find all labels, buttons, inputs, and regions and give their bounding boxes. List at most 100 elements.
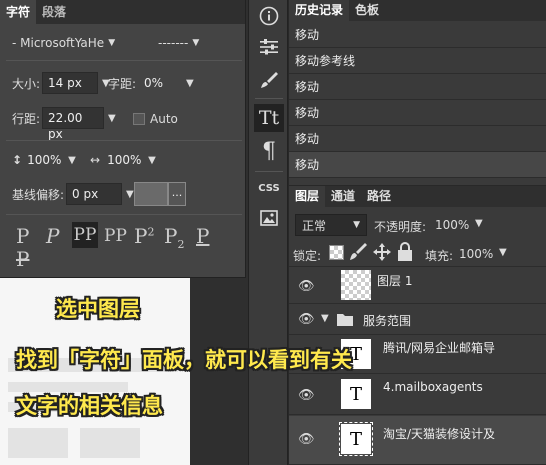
baseline-label: 基线偏移: <box>12 187 65 202</box>
visibility-eye-icon[interactable]: 👁 <box>298 279 315 294</box>
adjustments-icon[interactable] <box>254 33 284 61</box>
brush-icon[interactable] <box>254 66 284 94</box>
leading-label: 行距: <box>12 111 41 126</box>
history-item-selected[interactable]: 移动 <box>289 152 546 178</box>
lock-transparency-icon[interactable] <box>329 245 344 260</box>
superscript-glyph-button[interactable]: P2 <box>134 224 154 248</box>
baseline-field[interactable]: 0 px <box>66 183 123 205</box>
panel-tool-strip: Tt ¶ CSS <box>248 0 288 465</box>
image-panel-icon[interactable] <box>254 204 284 232</box>
divider <box>6 214 242 215</box>
lock-move-icon[interactable] <box>373 243 391 264</box>
layer-row[interactable]: 👁 T 4.mailboxagents <box>289 375 546 415</box>
chevron-down-icon[interactable]: ▼ <box>148 155 156 166</box>
tab-character[interactable]: 字符 <box>0 0 37 24</box>
history-panel-tabs: 历史记录 色板 <box>289 0 546 21</box>
layer-row-selected[interactable]: 👁 T 淘宝/天猫装修设计及 <box>289 416 546 465</box>
more-colors-button[interactable]: ... <box>168 182 186 206</box>
chevron-down-icon[interactable]: ▼ <box>499 247 507 258</box>
chevron-down-icon[interactable]: ▼ <box>108 113 116 124</box>
lock-brush-icon[interactable] <box>349 242 367 265</box>
opacity-label: 不透明度: <box>374 220 427 234</box>
regular-glyph-button[interactable]: P <box>16 224 29 248</box>
tab-paths[interactable]: 路径 <box>361 186 397 207</box>
history-panel: 历史记录 色板 移动 移动参考线 移动 移动 移动 移动 <box>289 0 546 185</box>
character-panel: 字符 段落 - MicrosoftYaHe ▼ ------- ▼ 大小: 14… <box>0 0 246 278</box>
character-panel-tabs: 字符 段落 <box>0 0 245 24</box>
annotation-text-info: 文字的相关信息 <box>16 394 163 418</box>
layer-row[interactable]: 👁 图层 1 <box>289 266 546 304</box>
layer-group-row[interactable]: 👁 ▼ 服务范围 <box>289 305 546 335</box>
text-layer-thumbnail: T <box>339 422 373 456</box>
history-item[interactable]: 移动 <box>289 126 546 152</box>
superscript-mark: 2 <box>147 225 155 239</box>
italic-glyph-button[interactable]: P <box>46 224 59 248</box>
tab-layers[interactable]: 图层 <box>289 186 326 207</box>
tracking-label: 字距: <box>108 76 137 91</box>
chevron-down-icon[interactable]: ▼ <box>321 313 329 324</box>
font-family-select[interactable]: - MicrosoftYaHe ▼ <box>12 36 115 50</box>
history-item[interactable]: 移动 <box>289 100 546 126</box>
size-label: 大小: <box>12 76 41 91</box>
layer-thumbnail <box>341 270 371 300</box>
annotation-select-layer: 选中图层 <box>56 297 140 321</box>
css-panel-icon[interactable]: CSS <box>254 174 284 202</box>
blend-mode-select[interactable]: 正常 ▼ <box>295 214 367 236</box>
auto-label: Auto <box>150 112 178 126</box>
layer-name: 淘宝/天猫装修设计及 <box>383 427 496 441</box>
opacity-field[interactable]: 100% <box>435 218 469 232</box>
group-name: 服务范围 <box>363 314 412 328</box>
chevron-down-icon[interactable]: ▼ <box>126 189 134 200</box>
divider <box>6 140 242 141</box>
tracking-field[interactable]: 0% <box>138 72 182 94</box>
layer-name: 图层 1 <box>377 274 413 288</box>
visibility-eye-icon[interactable]: 👁 <box>298 312 315 327</box>
all-caps-glyph-button[interactable]: PP <box>72 222 98 248</box>
tab-paragraph[interactable]: 段落 <box>36 0 72 24</box>
layer-name: 腾讯/网易企业邮箱导 <box>383 341 496 355</box>
horizontal-scale-icon: ↔ <box>90 153 101 167</box>
fill-field[interactable]: 100% <box>459 247 493 261</box>
text-layer-thumbnail: T <box>341 379 371 409</box>
small-caps-glyph-button[interactable]: PP <box>104 226 127 246</box>
tab-history[interactable]: 历史记录 <box>289 0 350 21</box>
font-style-select[interactable]: ------- ▼ <box>158 36 199 50</box>
lock-all-icon[interactable] <box>397 242 413 265</box>
font-family-value: - MicrosoftYaHe <box>12 36 105 50</box>
vertical-scale-field[interactable]: 100% <box>24 149 64 171</box>
visibility-eye-icon[interactable]: 👁 <box>298 388 315 403</box>
divider <box>255 98 283 99</box>
horizontal-scale-field[interactable]: 100% <box>104 149 144 171</box>
strikethrough-glyph-button[interactable]: P <box>16 247 29 271</box>
divider <box>6 60 242 61</box>
auto-leading-checkbox[interactable] <box>133 113 145 125</box>
subscript-mark: 2 <box>177 238 185 251</box>
character-panel-icon[interactable]: Tt <box>254 104 284 132</box>
chevron-down-icon[interactable]: ▼ <box>475 218 483 229</box>
paragraph-panel-icon[interactable]: ¶ <box>254 137 284 165</box>
underline-glyph-button[interactable]: P <box>196 224 209 248</box>
layer-name: 4.mailboxagents <box>383 380 483 394</box>
tab-swatches[interactable]: 色板 <box>349 0 385 21</box>
chevron-down-icon[interactable]: ▼ <box>186 78 194 89</box>
superscript-glyph: P <box>134 224 148 248</box>
info-icon[interactable] <box>254 2 284 30</box>
folder-icon <box>337 313 353 329</box>
history-item[interactable]: 移动 <box>289 22 546 48</box>
text-color-swatch[interactable] <box>134 182 168 206</box>
chevron-down-icon[interactable]: ▼ <box>68 155 76 166</box>
subscript-glyph: P <box>164 224 178 248</box>
subscript-glyph-button[interactable]: P2 <box>164 224 184 251</box>
layers-panel-tabs: 图层 通道 路径 <box>289 186 546 207</box>
layers-panel: 图层 通道 路径 正常 ▼ 不透明度: 100% ▼ 锁定: 填充: 100% … <box>289 186 546 465</box>
font-size-field[interactable]: 14 px <box>42 72 99 94</box>
tab-channels[interactable]: 通道 <box>325 186 361 207</box>
history-item[interactable]: 移动 <box>289 74 546 100</box>
history-item[interactable]: 移动参考线 <box>289 48 546 74</box>
blend-mode-value: 正常 <box>302 218 327 233</box>
visibility-eye-icon[interactable]: 👁 <box>298 432 315 447</box>
chevron-down-icon: ▼ <box>192 38 200 48</box>
annotation-find-panel: 找到「字符」面板，就可以看到有关 <box>16 348 352 372</box>
chevron-down-icon: ▼ <box>353 220 360 230</box>
leading-field[interactable]: 22.00 px <box>42 107 105 141</box>
